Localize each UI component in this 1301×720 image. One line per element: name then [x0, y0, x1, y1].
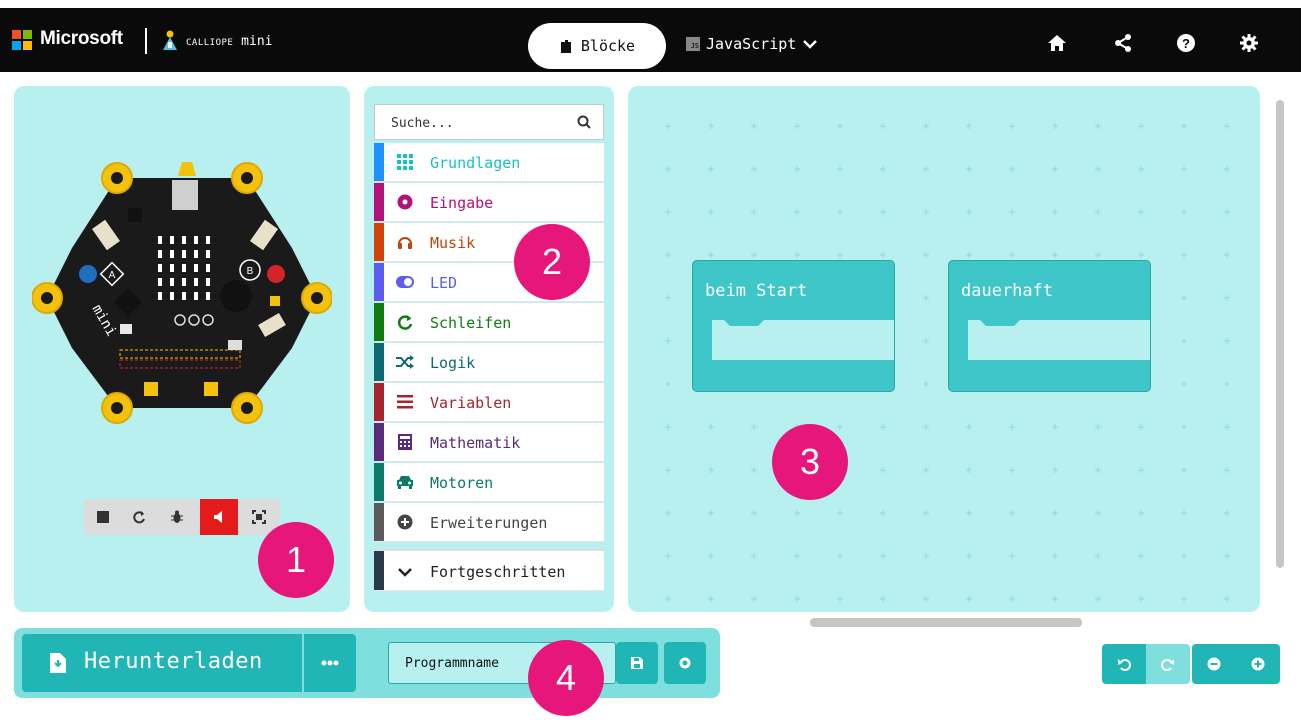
category-color-bar — [374, 263, 384, 301]
toolbox-category-label: Mathematik — [430, 434, 521, 452]
save-icon — [631, 657, 643, 669]
calculator-icon — [396, 433, 414, 451]
toolbox-category-motoren[interactable]: Motoren — [374, 463, 604, 502]
github-icon — [679, 657, 691, 669]
svg-text:A: A — [109, 270, 116, 281]
download-button-label: Herunterladen — [84, 649, 263, 674]
undo-icon — [1118, 659, 1131, 671]
chevron-down-icon — [396, 563, 414, 581]
restart-icon[interactable] — [120, 499, 158, 535]
category-color-bar — [374, 343, 384, 381]
marker-1: 1 — [258, 522, 334, 598]
program-name-value: Programmname — [405, 656, 499, 671]
download-button[interactable]: Herunterladen — [22, 634, 302, 692]
radio-icon — [396, 193, 414, 211]
block-forever-label: dauerhaft — [961, 281, 1054, 301]
tab-javascript-label: JavaScript — [706, 35, 797, 53]
puzzle-icon — [560, 40, 571, 53]
toolbox-category-label: Eingabe — [430, 194, 494, 212]
minus-circle-icon — [1207, 657, 1221, 671]
toolbox-category-fortgeschritten[interactable]: Fortgeschritten — [374, 549, 604, 591]
brand-name[interactable]: Microsoft — [40, 28, 123, 50]
undo-button[interactable] — [1102, 644, 1146, 684]
save-button[interactable] — [616, 642, 658, 684]
toolbox-category-label: LED — [430, 274, 458, 292]
category-color-bar — [374, 143, 384, 181]
top-bar: Microsoft CALLIOPE mini Blöcke JS JavaSc… — [0, 8, 1301, 72]
marker-2: 2 — [514, 224, 590, 300]
marker-4: 4 — [528, 640, 604, 716]
toolbox-category-label: Variablen — [430, 394, 512, 412]
car-icon — [396, 473, 414, 491]
toolbox-category-eingabe[interactable]: Eingabe — [374, 183, 604, 222]
javascript-icon: JS — [686, 37, 700, 51]
help-icon[interactable]: ? — [1175, 32, 1197, 54]
toggle-icon — [396, 273, 414, 291]
plus-circle-icon — [396, 513, 414, 531]
category-color-bar — [374, 503, 384, 541]
workspace-horizontal-scrollbar[interactable] — [810, 618, 1082, 627]
category-color-bar — [374, 183, 384, 221]
toolbox-category-grundlagen[interactable]: Grundlagen — [374, 143, 604, 182]
list-icon — [396, 393, 414, 411]
calliope-logo-icon[interactable] — [160, 30, 180, 52]
product-name[interactable]: CALLIOPE mini — [186, 34, 273, 49]
toolbox-category-erweiterungen[interactable]: Erweiterungen — [374, 503, 604, 542]
microsoft-logo-icon[interactable] — [12, 30, 32, 50]
more-icon — [321, 660, 339, 666]
block-on-start-label: beim Start — [705, 281, 808, 301]
svg-text:?: ? — [1182, 36, 1190, 51]
category-color-bar — [374, 223, 384, 261]
category-color-bar — [374, 423, 384, 461]
toolbox-category-label: Musik — [430, 234, 476, 252]
toolbox-category-schleifen[interactable]: Schleifen — [374, 303, 604, 342]
marker-3: 3 — [772, 424, 848, 500]
toolbox-category-label: Fortgeschritten — [430, 563, 566, 581]
simulator-controls — [84, 499, 280, 535]
category-color-bar — [374, 551, 384, 590]
toolbox-category-mathematik[interactable]: Mathematik — [374, 423, 604, 462]
category-color-bar — [374, 463, 384, 501]
share-icon[interactable] — [1112, 32, 1134, 54]
headphones-icon — [396, 233, 414, 251]
search-icon[interactable] — [577, 115, 591, 129]
brand-separator — [145, 28, 147, 54]
tab-blocks[interactable]: Blöcke — [528, 23, 666, 69]
toolbox-category-label: Grundlagen — [430, 154, 521, 172]
toolbox-category-label: Logik — [430, 354, 476, 372]
toolbox-category-logik[interactable]: Logik — [374, 343, 604, 382]
block-forever-slot[interactable] — [968, 320, 1150, 360]
toolbox-search-input[interactable]: Suche... — [374, 104, 604, 140]
tab-javascript[interactable]: JS JavaScript — [686, 35, 818, 53]
category-color-bar — [374, 383, 384, 421]
search-placeholder: Suche... — [391, 116, 454, 131]
toolbox-category-label: Motoren — [430, 474, 494, 492]
svg-text:B: B — [247, 266, 254, 277]
calliope-board-image[interactable]: A B mini — [32, 158, 332, 428]
mute-icon[interactable] — [200, 499, 238, 535]
download-file-icon — [50, 653, 66, 673]
stop-icon[interactable] — [84, 499, 122, 535]
redo-button[interactable] — [1146, 644, 1190, 684]
zoom-out-button[interactable] — [1192, 644, 1236, 684]
redo-icon — [1161, 659, 1174, 671]
toolbox-category-variablen[interactable]: Variablen — [374, 383, 604, 422]
toolbox-category-label: Schleifen — [430, 314, 512, 332]
shuffle-icon — [396, 353, 414, 371]
home-icon[interactable] — [1046, 32, 1068, 54]
debug-icon[interactable] — [158, 499, 196, 535]
chevron-down-icon[interactable] — [802, 38, 818, 50]
workspace-vertical-scrollbar[interactable] — [1276, 100, 1284, 568]
grid-icon — [396, 153, 414, 171]
plus-circle-icon — [1251, 657, 1265, 671]
toolbox-category-label: Erweiterungen — [430, 514, 548, 532]
settings-icon[interactable] — [1238, 32, 1260, 54]
loop-icon — [396, 313, 414, 331]
zoom-in-button[interactable] — [1236, 644, 1280, 684]
more-button[interactable] — [304, 634, 356, 692]
tab-blocks-label: Blöcke — [580, 37, 636, 55]
block-on-start-slot[interactable] — [712, 320, 894, 360]
github-button[interactable] — [664, 642, 706, 684]
category-color-bar — [374, 303, 384, 341]
